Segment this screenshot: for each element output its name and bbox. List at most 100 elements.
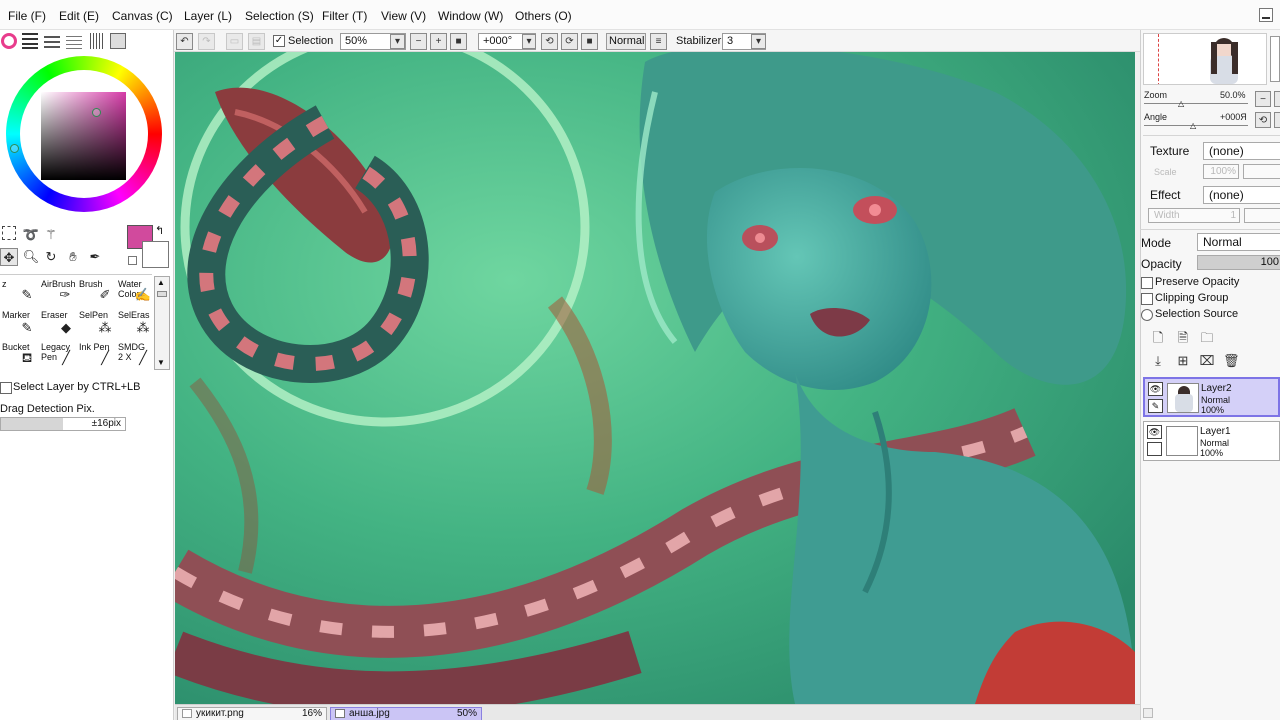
- nav-zoom-out-icon[interactable]: −: [1255, 91, 1271, 107]
- chevron-down-icon[interactable]: ▾: [390, 34, 405, 49]
- hue-picker-handle[interactable]: [10, 144, 19, 153]
- intermediate-color-icon[interactable]: [66, 33, 82, 49]
- saturation-value-square[interactable]: [41, 92, 126, 180]
- scale-field[interactable]: 100%: [1203, 164, 1239, 179]
- width-slider[interactable]: [1244, 208, 1280, 223]
- select-layer-checkbox[interactable]: [0, 382, 12, 394]
- nav-rotate-reset-icon[interactable]: [1274, 112, 1280, 128]
- background-color-swatch[interactable]: [142, 241, 169, 268]
- file-tab-active[interactable]: анша.jpg 50%: [330, 707, 482, 720]
- rotate-right-icon[interactable]: ⟳: [561, 33, 578, 50]
- clipping-group-checkbox[interactable]: [1141, 293, 1153, 305]
- layer-row[interactable]: 👁︎ Layer1 Normal 100%: [1143, 421, 1280, 461]
- reset-colors-icon[interactable]: [128, 256, 137, 265]
- airbrush-icon[interactable]: ✑: [56, 287, 74, 303]
- minimize-button[interactable]: [1259, 8, 1273, 22]
- watercolor-icon[interactable]: ✍: [134, 287, 152, 303]
- nav-zoom-slider[interactable]: [1144, 103, 1248, 104]
- magic-wand-icon[interactable]: ⚚: [42, 226, 60, 244]
- sv-picker-handle[interactable]: [92, 108, 101, 117]
- brush-label[interactable]: z: [2, 279, 7, 289]
- menu-file[interactable]: File (F): [8, 9, 46, 23]
- brush-scrollbar[interactable]: ▲ ▼: [154, 276, 170, 370]
- flip-canvas-icon[interactable]: ≡: [650, 33, 667, 50]
- zoom-in-icon[interactable]: +: [430, 33, 447, 50]
- swatches-icon[interactable]: [88, 33, 104, 49]
- clear-layer-icon[interactable]: ⌧: [1199, 353, 1215, 369]
- lasso-icon[interactable]: ➰: [22, 226, 40, 244]
- brush-label[interactable]: SelEras: [118, 310, 150, 320]
- redo-icon[interactable]: ↷: [198, 33, 215, 50]
- new-folder-icon[interactable]: 🗀︎: [1199, 330, 1215, 346]
- brush-label[interactable]: Marker: [2, 310, 30, 320]
- bucket-icon[interactable]: ⛾: [18, 350, 36, 366]
- rect-select-icon[interactable]: [2, 226, 16, 240]
- rotate-reset-icon[interactable]: ■: [581, 33, 598, 50]
- scroll-thumb[interactable]: [157, 291, 167, 297]
- preserve-opacity-checkbox[interactable]: [1141, 277, 1153, 289]
- menu-view[interactable]: View (V): [381, 9, 426, 23]
- nav-rotate-icon[interactable]: ⟲: [1255, 112, 1271, 128]
- scratchpad-icon[interactable]: [110, 33, 126, 49]
- invert-selection-icon[interactable]: ▤: [248, 33, 265, 50]
- selection-source-radio[interactable]: [1141, 309, 1153, 321]
- new-linework-layer-icon[interactable]: 🗎︎: [1175, 330, 1191, 346]
- hsv-sliders-icon[interactable]: [44, 33, 60, 49]
- zoom-reset-icon[interactable]: ■: [450, 33, 467, 50]
- new-layer-icon[interactable]: 🗋︎: [1150, 330, 1166, 346]
- blend-mode-button[interactable]: Normal: [606, 33, 646, 50]
- selpen-icon[interactable]: ⁂: [96, 320, 114, 336]
- chevron-down-icon[interactable]: ▾: [522, 34, 536, 49]
- scroll-up-icon[interactable]: ▲: [157, 279, 165, 287]
- zoom-icon[interactable]: 🔍︎: [22, 248, 40, 266]
- seleras-icon[interactable]: ⁂: [134, 320, 152, 336]
- opacity-slider[interactable]: 100: [1197, 255, 1280, 270]
- menu-edit[interactable]: Edit (E): [59, 9, 99, 23]
- pen-lock-icon[interactable]: ✎: [1148, 399, 1163, 413]
- color-wheel-mode-icon[interactable]: [1, 33, 17, 49]
- deselect-icon[interactable]: ▭: [226, 33, 243, 50]
- layer-row-selected[interactable]: 👁︎ ✎ Layer2 Normal 100%: [1143, 377, 1280, 417]
- eye-icon[interactable]: 👁︎: [1147, 425, 1162, 439]
- chevron-down-icon[interactable]: ▾: [751, 34, 766, 49]
- navigator-thumbnail[interactable]: [1143, 33, 1267, 85]
- selection-checkbox[interactable]: ✓: [273, 35, 285, 47]
- brush-label[interactable]: Eraser: [41, 310, 68, 320]
- move-icon[interactable]: ✥: [0, 248, 18, 266]
- drawing-canvas[interactable]: [175, 52, 1135, 704]
- lock-box[interactable]: [1147, 442, 1162, 456]
- pen-icon[interactable]: ✎: [18, 287, 36, 303]
- blend-mode-dropdown[interactable]: Normal: [1197, 233, 1280, 251]
- layer-scroll-button[interactable]: [1143, 708, 1153, 718]
- hand-icon[interactable]: ✋︎: [64, 248, 82, 266]
- menu-others[interactable]: Others (O): [515, 9, 572, 23]
- navigator-scrollbar[interactable]: [1270, 36, 1280, 82]
- scale-slider[interactable]: [1243, 164, 1280, 179]
- eye-icon[interactable]: 👁︎: [1148, 382, 1163, 396]
- menu-canvas[interactable]: Canvas (C): [112, 9, 173, 23]
- menu-layer[interactable]: Layer (L): [184, 9, 232, 23]
- menu-selection[interactable]: Selection (S): [245, 9, 314, 23]
- undo-icon[interactable]: ↶: [176, 33, 193, 50]
- merge-down-icon[interactable]: ⊞: [1175, 353, 1191, 369]
- transfer-down-icon[interactable]: ⤓: [1150, 353, 1166, 369]
- nav-zoom-in-icon[interactable]: [1274, 91, 1280, 107]
- swap-colors-icon[interactable]: ↰: [155, 224, 164, 237]
- eraser-icon[interactable]: ◆: [57, 320, 75, 336]
- rotate-left-icon[interactable]: ⟲: [541, 33, 558, 50]
- legacy-pen-icon[interactable]: ╱: [57, 350, 75, 366]
- rotate-icon[interactable]: ↻: [42, 248, 60, 266]
- marker-icon[interactable]: ✎: [18, 320, 36, 336]
- smdg-icon[interactable]: ╱: [134, 350, 152, 366]
- brush-label[interactable]: SelPen: [79, 310, 108, 320]
- nav-zoom-handle[interactable]: △: [1178, 99, 1184, 108]
- zoom-out-icon[interactable]: −: [410, 33, 427, 50]
- nav-angle-handle[interactable]: △: [1190, 121, 1196, 130]
- effect-dropdown[interactable]: (none): [1203, 186, 1280, 204]
- scroll-down-icon[interactable]: ▼: [157, 359, 165, 367]
- ink-pen-icon[interactable]: ╱: [96, 350, 114, 366]
- eyedropper-icon[interactable]: ✒: [86, 248, 104, 266]
- brush-icon[interactable]: ✐: [96, 287, 114, 303]
- menu-window[interactable]: Window (W): [438, 9, 503, 23]
- drag-detection-slider[interactable]: ±16pix: [0, 417, 126, 431]
